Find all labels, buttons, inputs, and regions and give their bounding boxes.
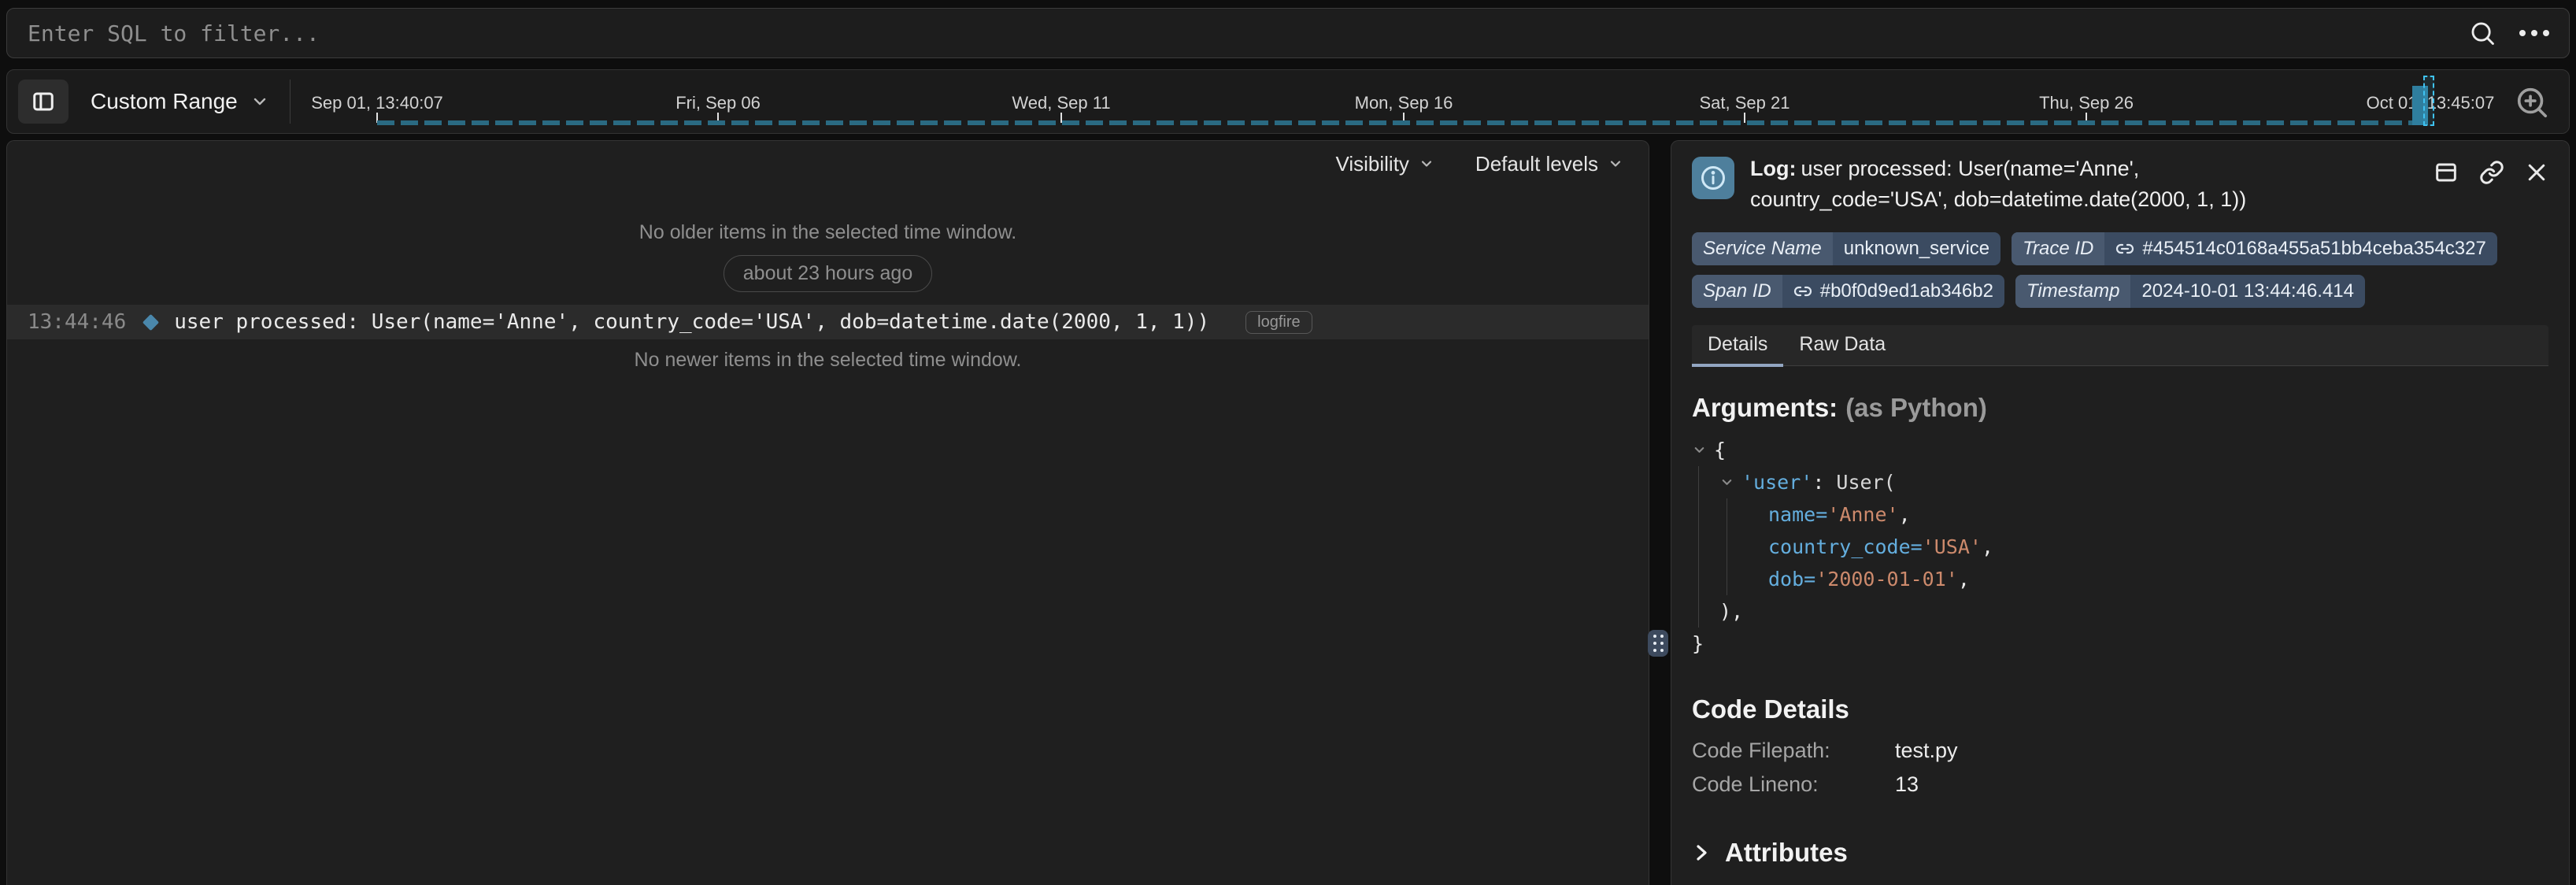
log-level-diamond-icon [142, 313, 159, 330]
collapse-chevron-icon[interactable] [1719, 475, 1734, 490]
more-options-icon[interactable] [2519, 30, 2549, 36]
detail-title-text: user processed: User(name='Anne', countr… [1750, 157, 2246, 211]
code-details-heading: Code Details [1692, 694, 2548, 724]
timeline-label: Mon, Sep 16 [1355, 93, 1453, 113]
time-ago-badge: about 23 hours ago [724, 255, 932, 292]
attributes-heading: Attributes [1725, 838, 1848, 868]
link-icon [2115, 239, 2134, 258]
code-lineno-label: Code Lineno: [1692, 772, 1895, 797]
timeline-label: Sep 01, 13:40:07 [311, 93, 443, 113]
link-icon [1793, 282, 1812, 301]
time-range-label: Custom Range [91, 89, 238, 114]
visibility-label: Visibility [1335, 152, 1408, 176]
no-newer-items-message: No newer items in the selected time wind… [7, 349, 1649, 372]
detail-header: Log:user processed: User(name='Anne', co… [1692, 141, 2548, 215]
attributes-section-toggle[interactable]: Attributes [1692, 838, 2548, 868]
chevron-right-icon [1692, 841, 1711, 865]
no-older-items-message: No older items in the selected time wind… [7, 221, 1649, 244]
sql-filter-input[interactable] [6, 8, 2570, 58]
log-timestamp: 13:44:46 [28, 310, 126, 334]
code-filepath-value: test.py [1895, 739, 2548, 763]
detail-title: Log:user processed: User(name='Anne', co… [1750, 154, 2333, 215]
timeline-label: Thu, Sep 26 [2039, 93, 2134, 113]
time-range-selector[interactable]: Custom Range [91, 89, 269, 114]
zoom-in-icon[interactable] [2514, 84, 2550, 120]
code-lineno-value: 13 [1895, 772, 2548, 797]
log-message: user processed: User(name='Anne', countr… [174, 310, 1209, 334]
tab-details[interactable]: Details [1692, 325, 1783, 365]
reader-view-icon[interactable] [2434, 160, 2459, 185]
content-area: Visibility Default levels No older items… [6, 140, 2570, 885]
timeline-label: Wed, Sep 11 [1012, 93, 1110, 113]
detail-badges: Service Name unknown_service Trace ID #4… [1692, 232, 2548, 308]
log-row[interactable]: 13:44:46 user processed: User(name='Anne… [7, 305, 1649, 339]
visibility-dropdown[interactable]: Visibility [1335, 152, 1434, 176]
service-name-badge: Service Name unknown_service [1692, 232, 2000, 265]
sidebar-toggle-button[interactable] [18, 80, 68, 124]
timeline[interactable]: Sep 01, 13:40:07 Fri, Sep 06 Wed, Sep 11… [7, 70, 2569, 133]
toolbar-divider [290, 80, 291, 124]
time-range-toolbar: Custom Range Sep 01, 13:40:07 Fri, Sep 0… [6, 69, 2570, 134]
trace-id-badge[interactable]: Trace ID #454514c0168a455a51bb4ceba354c3… [2012, 232, 2497, 265]
timeline-label: Fri, Sep 06 [675, 93, 761, 113]
span-id-badge[interactable]: Span ID #b0f0d9ed1ab346b2 [1692, 275, 2004, 308]
timeline-selection-window[interactable] [2423, 76, 2434, 126]
timeline-histogram-baseline [377, 120, 2428, 125]
arguments-code-tree: { 'user': User( name='Anne', country_cod… [1692, 434, 2548, 660]
panel-left-icon [31, 90, 56, 113]
logs-list-panel: Visibility Default levels No older items… [6, 140, 1649, 885]
arguments-heading: Arguments:(as Python) [1692, 393, 2548, 423]
default-levels-dropdown[interactable]: Default levels [1475, 152, 1623, 176]
sql-filter-bar [6, 8, 2570, 58]
copy-link-icon[interactable] [2479, 160, 2504, 185]
detail-title-prefix: Log: [1750, 157, 1796, 180]
logfire-tag: logfire [1245, 311, 1312, 334]
chevron-down-icon [1419, 156, 1434, 172]
code-details-rows: Code Filepath: test.py Code Lineno: 13 [1692, 739, 2548, 797]
default-levels-label: Default levels [1475, 152, 1598, 176]
search-icon[interactable] [2469, 20, 2496, 46]
detail-tabs: Details Raw Data [1692, 325, 2548, 366]
timestamp-badge: Timestamp 2024-10-01 13:44:46.414 [2015, 275, 2365, 308]
log-detail-panel: Log:user processed: User(name='Anne', co… [1671, 140, 2570, 885]
tab-raw-data[interactable]: Raw Data [1783, 325, 1901, 365]
panel-resize-handle[interactable] [1648, 630, 1668, 657]
chevron-down-icon [250, 92, 269, 111]
close-icon[interactable] [2525, 160, 2548, 185]
code-filepath-label: Code Filepath: [1692, 739, 1895, 763]
collapse-chevron-icon[interactable] [1692, 442, 1707, 457]
chevron-down-icon [1608, 156, 1623, 172]
list-panel-header: Visibility Default levels [7, 141, 1649, 187]
timeline-label: Sat, Sep 21 [1700, 93, 1790, 113]
info-icon [1692, 157, 1734, 199]
